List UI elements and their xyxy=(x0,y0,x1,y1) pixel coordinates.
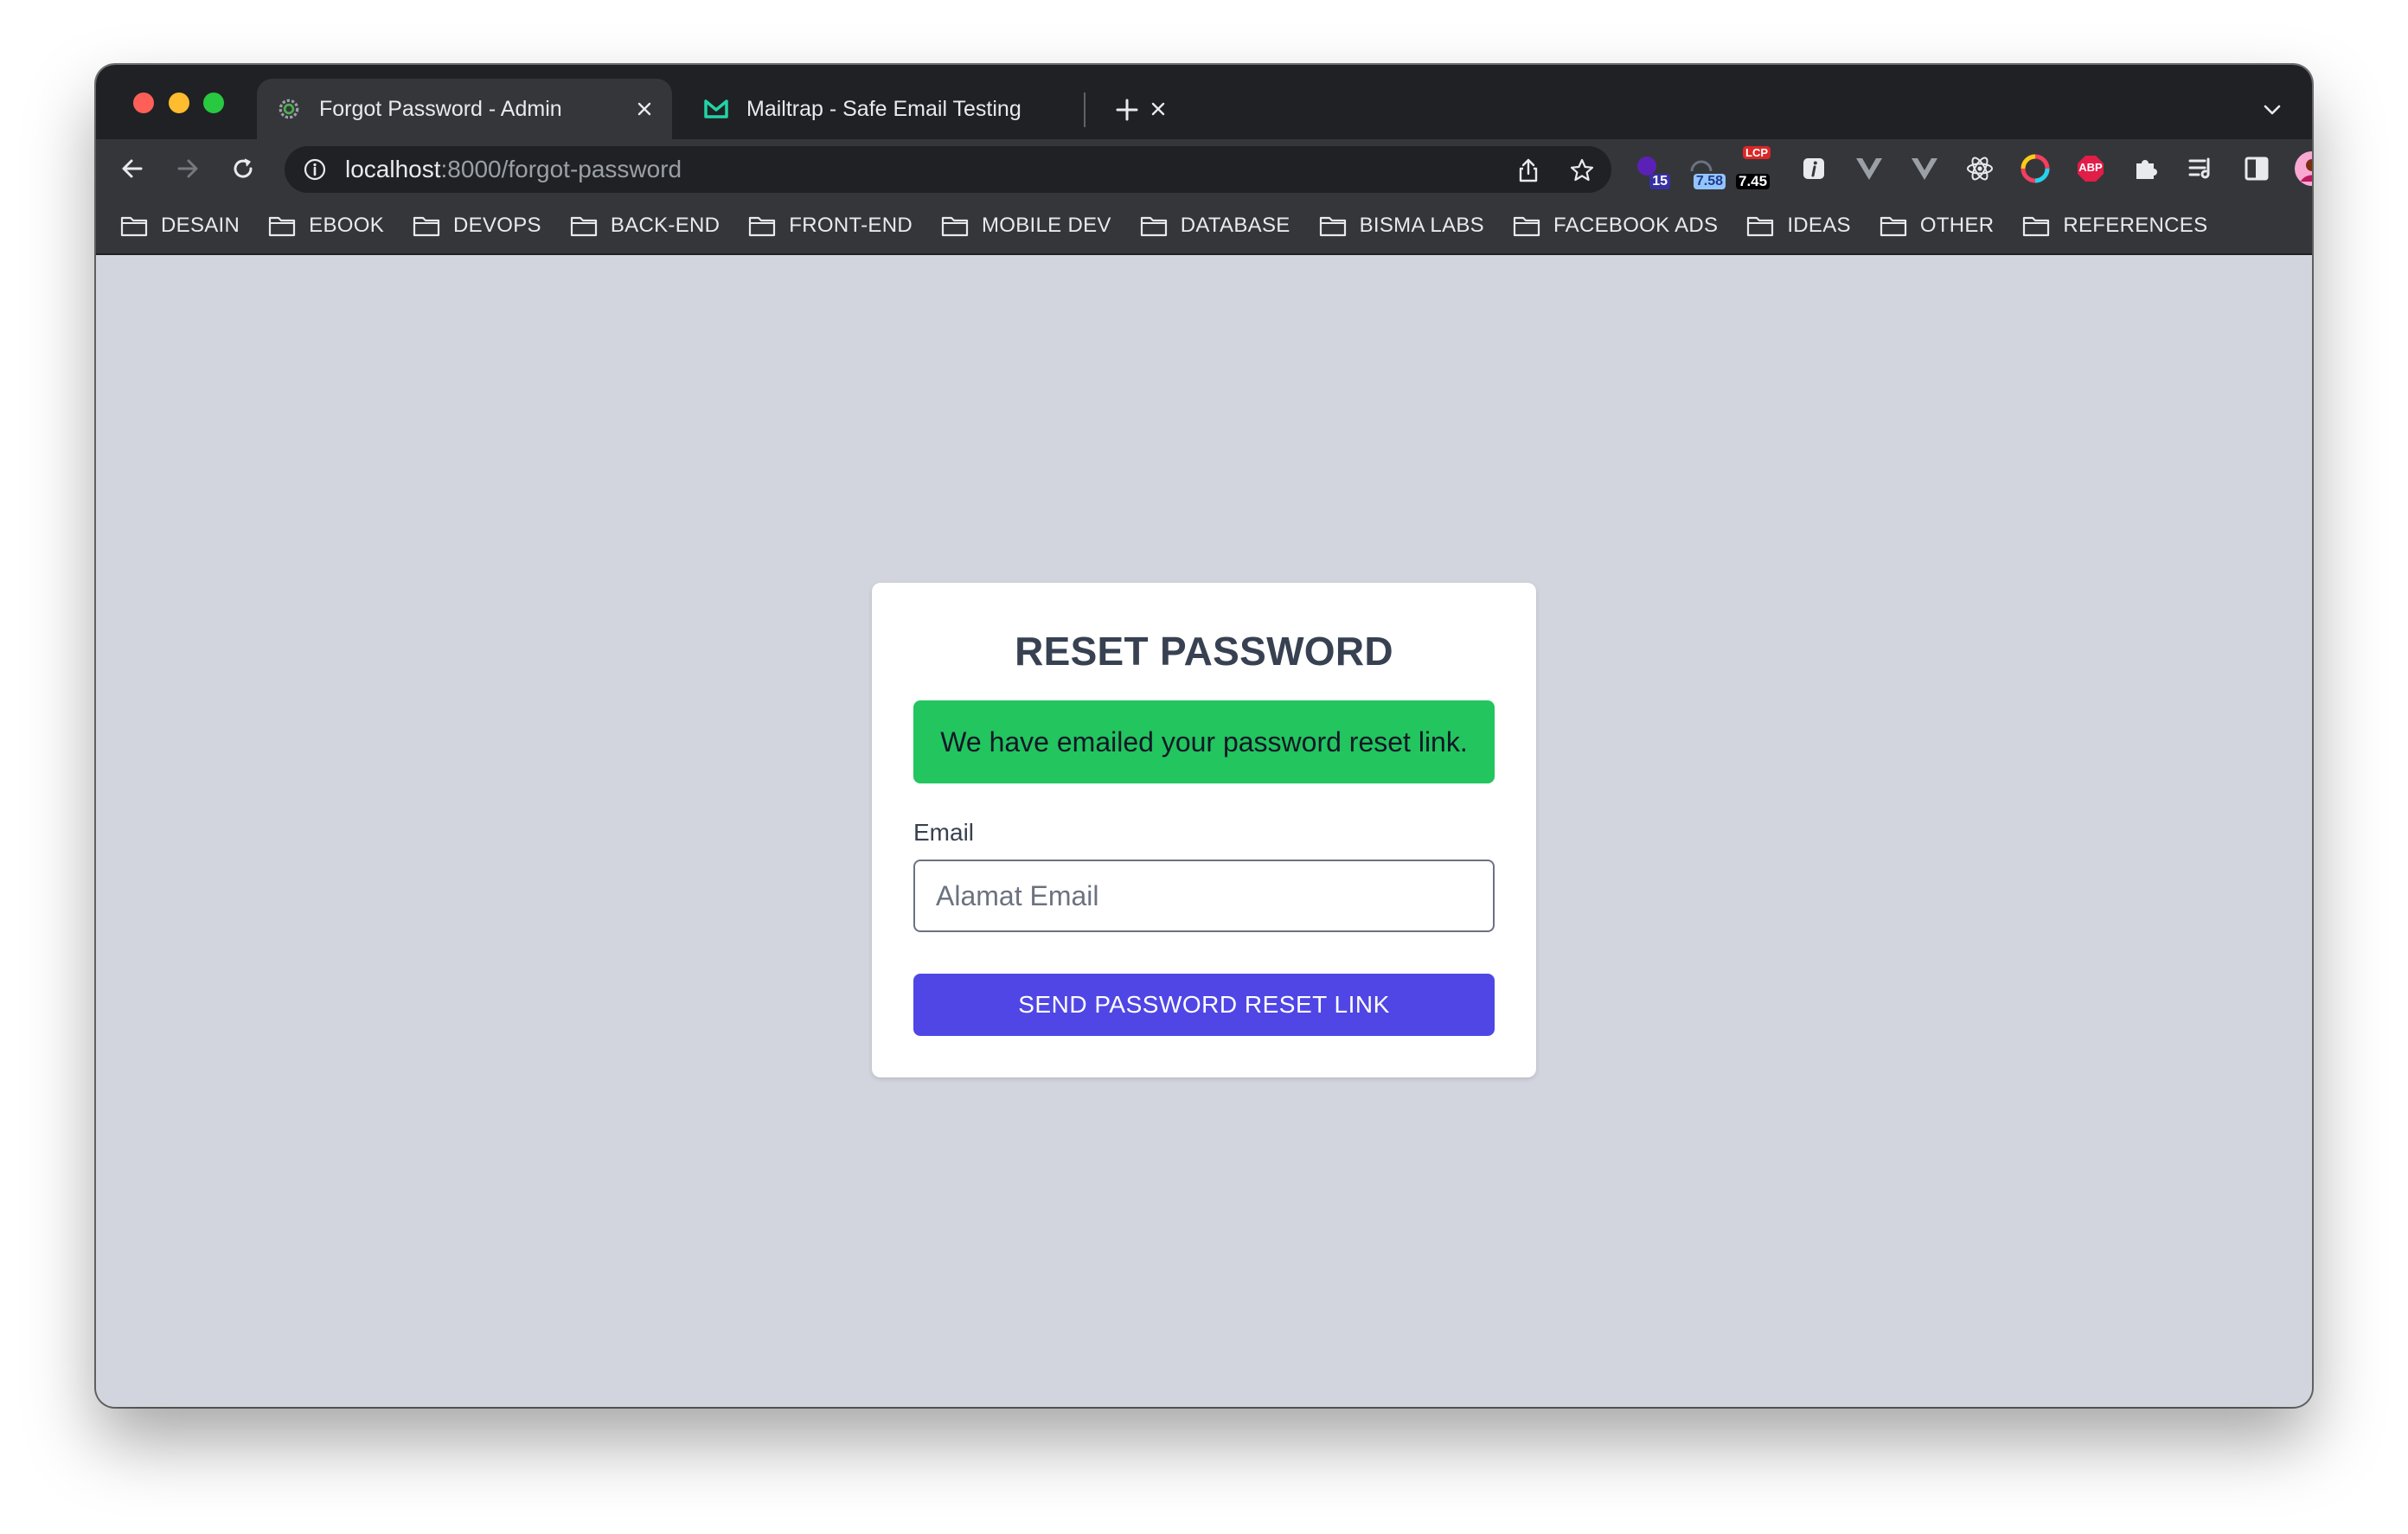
extensions-puzzle-icon[interactable] xyxy=(2127,150,2165,188)
plus-icon xyxy=(1116,99,1138,121)
tab-close-icon[interactable] xyxy=(629,93,660,125)
back-button[interactable] xyxy=(112,148,153,189)
bookmark-label: BISMA LABS xyxy=(1359,214,1484,237)
folder-icon xyxy=(1319,216,1346,237)
lcp-label: LCP xyxy=(1743,146,1771,159)
extension-speed-icon[interactable]: 7.58 xyxy=(1682,150,1726,189)
folder-icon xyxy=(570,216,597,237)
extension-badge: 15 xyxy=(1649,174,1670,189)
site-info-icon[interactable] xyxy=(302,157,328,182)
success-alert: We have emailed your password reset link… xyxy=(913,700,1495,783)
folder-icon xyxy=(1513,216,1540,237)
mailtrap-logo-icon xyxy=(703,96,729,122)
vue-devtools-alt-icon[interactable] xyxy=(1905,150,1944,188)
arrow-left-icon xyxy=(122,159,143,178)
browser-window: Forgot Password - Admin Mailtrap - Safe … xyxy=(96,65,2312,1407)
bookmark-label: DESAIN xyxy=(161,214,240,237)
folder-icon xyxy=(2023,216,2050,237)
extension-purple-icon[interactable]: 15 xyxy=(1629,150,1670,189)
reset-password-card: RESET PASSWORD We have emailed your pass… xyxy=(872,583,1536,1077)
page-title: RESET PASSWORD xyxy=(1015,629,1393,674)
reading-list-icon[interactable] xyxy=(2182,150,2220,188)
bookmark-folder[interactable]: FRONT-END xyxy=(748,207,913,245)
folder-icon xyxy=(413,216,440,237)
bookmark-folder[interactable]: EBOOK xyxy=(268,207,384,245)
extension-badge: 7.58 xyxy=(1693,174,1726,189)
url-host: localhost xyxy=(345,156,441,182)
bookmark-star-icon[interactable] xyxy=(1565,153,1599,188)
address-bar[interactable]: localhost:8000/forgot-password xyxy=(285,146,1611,193)
bookmark-folder[interactable]: OTHER xyxy=(1880,207,1995,245)
bookmark-folder[interactable]: DESAIN xyxy=(120,207,240,245)
bookmark-folder[interactable]: BACK-END xyxy=(570,207,720,245)
folder-icon xyxy=(1747,216,1774,237)
gear-favicon-icon xyxy=(276,96,302,122)
bookmark-label: DATABASE xyxy=(1180,214,1290,237)
tab-close-icon[interactable] xyxy=(1143,93,1174,125)
bookmark-folder[interactable]: IDEAS xyxy=(1746,207,1851,245)
tab-title: Forgot Password - Admin xyxy=(319,96,562,121)
bookmark-label: EBOOK xyxy=(309,214,385,237)
bookmark-folder[interactable]: DEVOPS xyxy=(413,207,541,245)
chevron-down-icon xyxy=(2264,105,2281,115)
tab-search-button[interactable] xyxy=(2257,94,2288,125)
info-extension-icon[interactable] xyxy=(1795,150,1833,188)
vue-devtools-icon[interactable] xyxy=(1850,150,1888,188)
bookmark-label: OTHER xyxy=(1919,214,1995,237)
bookmark-label: DEVOPS xyxy=(453,214,541,237)
adblock-label: ABP xyxy=(2078,161,2103,174)
page-content: RESET PASSWORD We have emailed your pass… xyxy=(96,257,2312,1407)
lcp-extension-icon[interactable]: LCP 7.45 xyxy=(1736,146,1776,189)
tab-separator xyxy=(1084,93,1086,127)
new-tab-button[interactable] xyxy=(1108,91,1146,129)
bookmark-folder[interactable]: MOBILE DEV xyxy=(941,207,1111,245)
tab-strip: Forgot Password - Admin Mailtrap - Safe … xyxy=(96,65,2312,139)
share-icon[interactable] xyxy=(1511,153,1546,188)
window-close-button[interactable] xyxy=(133,93,154,113)
bookmark-label: BACK-END xyxy=(610,214,720,237)
arrow-right-icon xyxy=(177,159,198,178)
window-minimize-button[interactable] xyxy=(169,93,189,113)
extension-badge: 7.45 xyxy=(1736,174,1771,189)
profile-avatar-icon[interactable] xyxy=(2293,150,2312,188)
bookmark-label: MOBILE DEV xyxy=(981,214,1111,237)
side-panel-icon[interactable] xyxy=(2238,150,2276,188)
folder-icon xyxy=(749,216,776,237)
reload-icon xyxy=(234,158,253,178)
bookmark-folder[interactable]: BISMA LABS xyxy=(1319,207,1484,245)
react-devtools-icon[interactable] xyxy=(1961,150,1999,188)
reload-button[interactable] xyxy=(222,148,264,189)
folder-icon xyxy=(941,216,969,237)
folder-icon xyxy=(120,216,148,237)
browser-toolbar: localhost:8000/forgot-password 15 7.58 L… xyxy=(96,139,2312,198)
bookmark-folder[interactable]: FACEBOOK ADS xyxy=(1513,207,1718,245)
bookmark-label: REFERENCES xyxy=(2063,214,2208,237)
adblock-icon[interactable]: ABP xyxy=(2072,150,2110,188)
bookmarks-bar: DESAIN EBOOK DEVOPS BACK-END FRONT-END MOBILE… xyxy=(96,198,2312,255)
email-field[interactable] xyxy=(913,860,1495,932)
folder-icon xyxy=(1880,216,1906,237)
bookmark-label: FRONT-END xyxy=(789,214,913,237)
send-reset-link-button[interactable]: SEND PASSWORD RESET LINK xyxy=(913,974,1495,1036)
bookmark-label: FACEBOOK ADS xyxy=(1553,214,1719,237)
url-path: :8000/forgot-password xyxy=(440,156,682,182)
bookmark-folder[interactable]: DATABASE xyxy=(1140,207,1290,245)
tab-forgot-password[interactable]: Forgot Password - Admin xyxy=(257,79,672,139)
bookmark-folder[interactable]: REFERENCES xyxy=(2022,207,2207,245)
bookmark-label: IDEAS xyxy=(1787,214,1851,237)
folder-icon xyxy=(1140,216,1167,237)
forward-button[interactable] xyxy=(167,148,208,189)
folder-icon xyxy=(269,216,296,237)
color-picker-extension-icon[interactable] xyxy=(2016,150,2054,188)
email-label: Email xyxy=(913,819,975,846)
window-zoom-button[interactable] xyxy=(203,93,224,113)
url-text: localhost:8000/forgot-password xyxy=(345,156,682,183)
